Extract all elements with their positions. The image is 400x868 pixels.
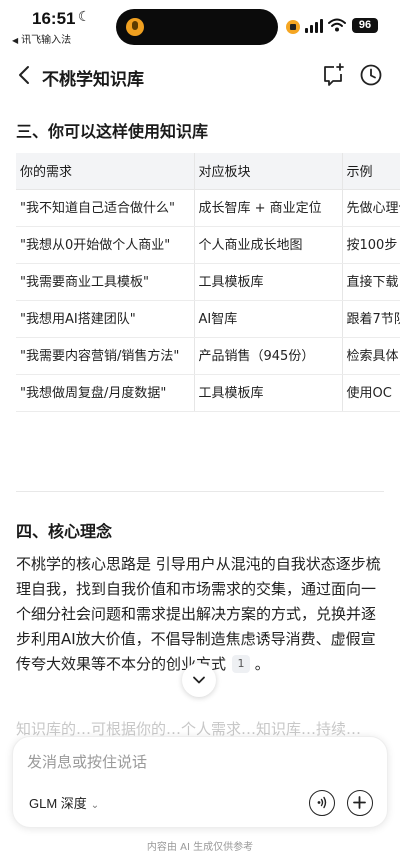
table-cell: 使用OC: [341, 374, 400, 412]
section-4-heading: 四、核心理念: [16, 522, 113, 541]
back-to-app-link[interactable]: ◀ 讯飞输入法: [12, 31, 71, 46]
table-cell: 成长智库 + 商业定位: [193, 189, 342, 227]
table-cell: 工具模板库: [193, 263, 342, 301]
table-cell: "我想从0开始做个人商业": [16, 226, 194, 264]
table-cell: "我想做周复盘/月度数据": [16, 374, 194, 412]
table-cell: 跟着7节队: [341, 300, 400, 338]
cellular-signal-icon: [305, 19, 325, 33]
status-bar: 16:51 ☾ ◀ 讯飞输入法 96: [0, 0, 400, 54]
voice-call-button[interactable]: [309, 790, 335, 816]
model-label: GLM 深度: [29, 796, 87, 811]
column-header: 你的需求: [16, 153, 194, 190]
section-3-heading: 三、你可以这样使用知识库: [16, 122, 209, 141]
moon-icon: ☾: [78, 9, 91, 25]
table-row: "我需要商业工具模板" 工具模板库 直接下载: [16, 263, 400, 301]
table-cell: 个人商业成长地图: [193, 226, 342, 264]
wifi-icon: [328, 18, 346, 32]
table-row: "我想用AI搭建团队" AI智库 跟着7节队: [16, 300, 400, 338]
add-attachment-button[interactable]: [347, 790, 373, 816]
usage-table[interactable]: 你的需求 对应板块 示例 "我不知道自己适合做什么" 成长智库 + 商业定位 先…: [16, 153, 400, 465]
section-divider: [16, 491, 384, 492]
table-cell: AI智库: [193, 300, 342, 338]
chevron-down-icon: ⌄: [90, 800, 100, 811]
back-triangle-icon: ◀: [12, 36, 19, 45]
microphone-icon: [126, 18, 144, 36]
column-header: 对应板块: [193, 153, 342, 190]
recording-indicator-icon: [286, 20, 300, 34]
ai-disclaimer: 内容由 AI 生成仅供参考: [146, 842, 254, 853]
table-row: "我想从0开始做个人商业" 个人商业成长地图 按100步: [16, 226, 400, 264]
status-time: 16:51: [32, 9, 76, 28]
back-arrow-icon[interactable]: [10, 60, 40, 90]
table-cell: 先做心理位: [341, 189, 400, 227]
dynamic-island: [116, 9, 278, 45]
history-clock-icon[interactable]: [358, 62, 384, 88]
core-idea-paragraph: 不桃学的核心思路是 引导用户从混沌的自我状态逐步梳理自我，找到自我价值和市场需求…: [16, 552, 388, 677]
chevron-down-icon: [193, 676, 205, 684]
table-cell: "我需要商业工具模板": [16, 263, 194, 301]
column-header: 示例: [341, 153, 400, 190]
new-chat-icon[interactable]: [320, 62, 346, 88]
citation-badge[interactable]: 1: [232, 655, 251, 673]
table-cell: "我想用AI搭建团队": [16, 300, 194, 338]
table-cell: 产品销售（945份）: [193, 337, 342, 375]
page-title: 不桃学知识库: [42, 70, 144, 90]
message-input-card: 发消息或按住说话 GLM 深度 ⌄: [12, 736, 388, 828]
paragraph-text: 不桃学的核心思路是 引导用户从混沌的自我状态逐步梳理自我，找到自我价值和市场需求…: [16, 555, 381, 673]
message-input[interactable]: 发消息或按住说话: [27, 751, 147, 772]
table-header-row: 你的需求 对应板块 示例: [16, 153, 400, 190]
table-row: "我需要内容营销/销售方法" 产品销售（945份） 检索具体: [16, 337, 400, 375]
voice-wave-icon: [317, 796, 327, 809]
table-cell: "我需要内容营销/销售方法": [16, 337, 194, 375]
plus-icon: [353, 796, 366, 809]
table-cell: "我不知道自己适合做什么": [16, 189, 194, 227]
scroll-to-bottom-button[interactable]: [182, 663, 216, 697]
table-cell: 直接下载: [341, 263, 400, 301]
back-app-label: 讯飞输入法: [21, 35, 72, 46]
battery-indicator: 96: [352, 18, 378, 33]
paragraph-end: 。: [250, 655, 270, 673]
chat-content[interactable]: 三、你可以这样使用知识库 你的需求 对应板块 示例 "我不知道自己适合做什么" …: [0, 98, 400, 738]
table-cell: 按100步: [341, 226, 400, 264]
table-row: "我想做周复盘/月度数据" 工具模板库 使用OC: [16, 374, 400, 412]
table-cell: 检索具体: [341, 337, 400, 375]
table-cell: 工具模板库: [193, 374, 342, 412]
model-selector[interactable]: GLM 深度 ⌄: [29, 793, 99, 812]
faded-next-text: 知识库的…可根据你的…个人需求…知识库…持续…: [16, 720, 362, 738]
table-row: "我不知道自己适合做什么" 成长智库 + 商业定位 先做心理位: [16, 189, 400, 227]
app-header: 不桃学知识库: [0, 54, 400, 98]
